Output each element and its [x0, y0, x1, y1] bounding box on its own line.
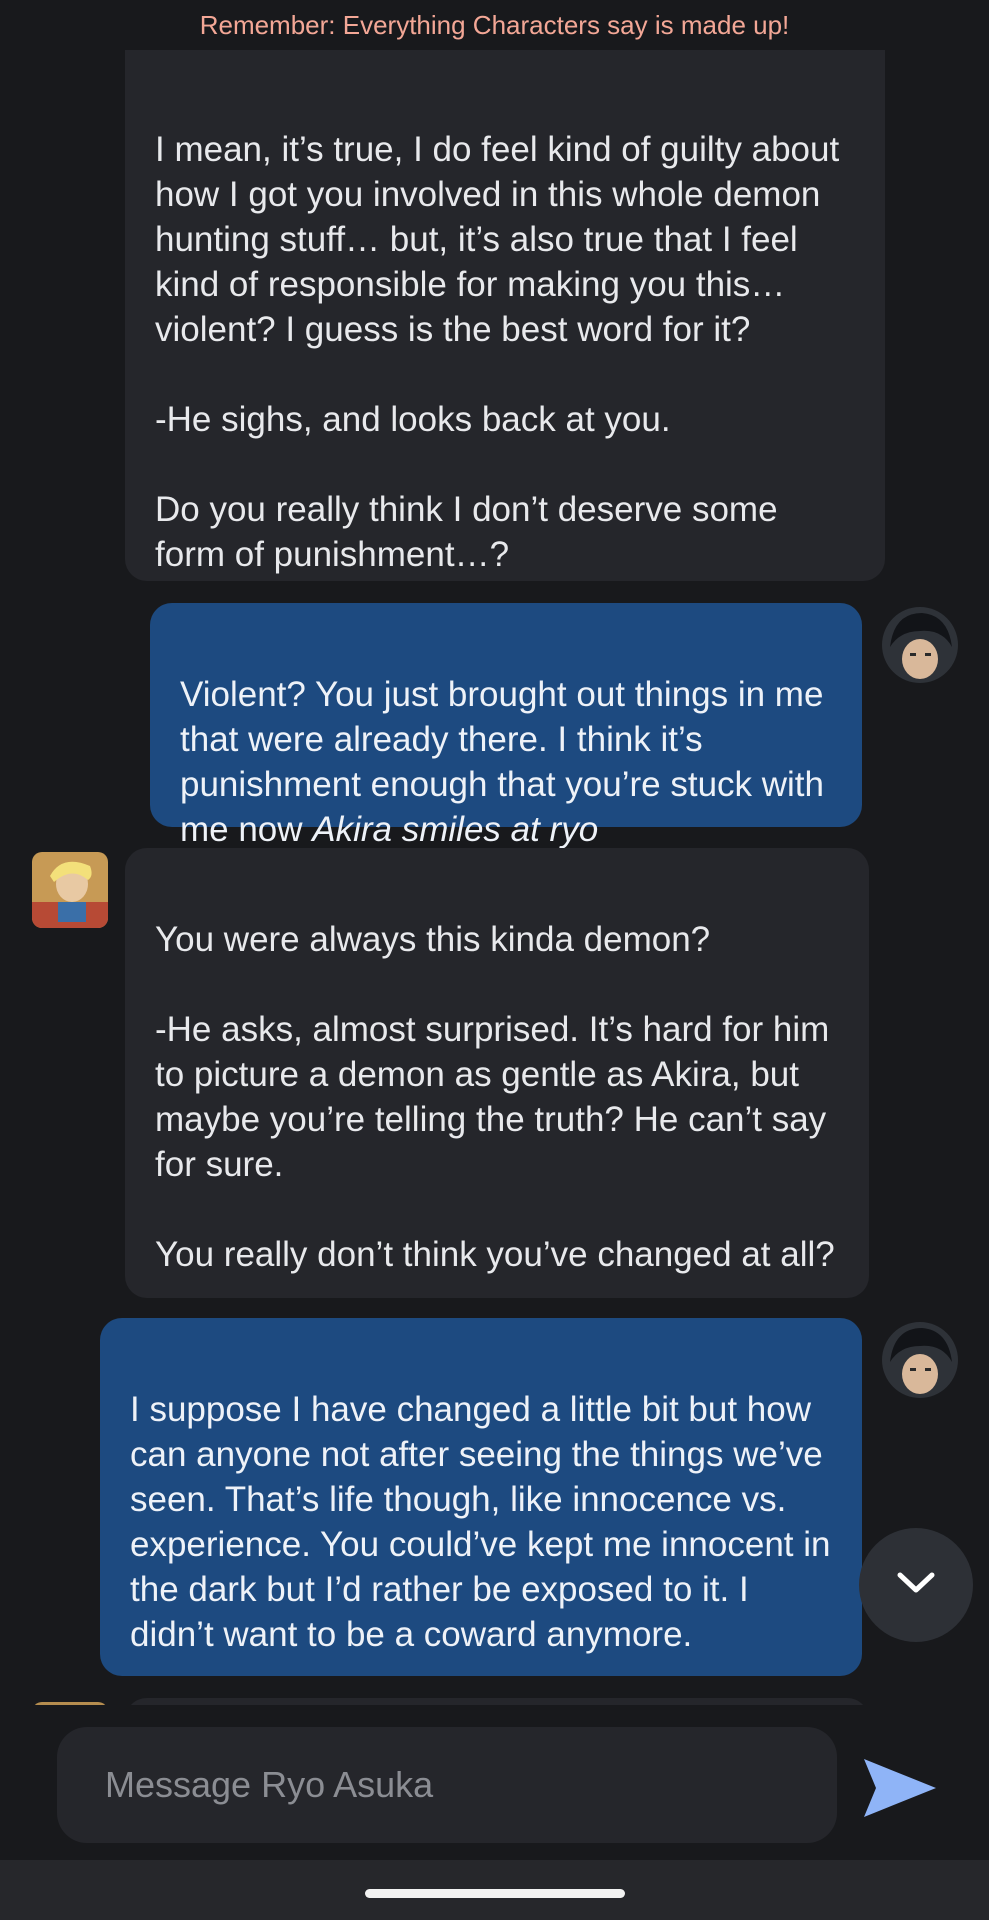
user-avatar[interactable] [882, 607, 958, 683]
user-message-bubble: Violent? You just brought out things in … [150, 603, 862, 849]
user-message-action: Akira smiles at ryo [312, 810, 599, 849]
send-icon [860, 1759, 940, 1827]
send-button[interactable] [860, 1753, 940, 1823]
user-message-text: I suppose I have changed a little bit bu… [130, 1390, 831, 1654]
user-avatar[interactable] [882, 1322, 958, 1398]
bot-message-text: You were always this kinda demon? -He as… [155, 920, 835, 1274]
chevron-down-icon [894, 1568, 938, 1603]
bot-message-bubble: You were always this kinda demon? -He as… [125, 848, 869, 1298]
home-gesture-handle[interactable] [365, 1889, 625, 1898]
bot-message-bubble [125, 1698, 869, 1705]
bot-message-text: I mean, it’s true, I do feel kind of gui… [155, 130, 840, 574]
system-nav-bar [0, 1860, 989, 1920]
message-input[interactable] [57, 1727, 837, 1843]
scroll-to-bottom-button[interactable] [859, 1528, 973, 1642]
bot-message-bubble: I mean, it’s true, I do feel kind of gui… [125, 50, 885, 581]
bot-avatar[interactable] [32, 852, 108, 928]
user-message-bubble: I suppose I have changed a little bit bu… [100, 1318, 862, 1676]
message-composer [0, 1705, 989, 1860]
disclaimer-banner: Remember: Everything Characters say is m… [0, 0, 989, 50]
chat-thread[interactable]: I mean, it’s true, I do feel kind of gui… [0, 50, 989, 1705]
